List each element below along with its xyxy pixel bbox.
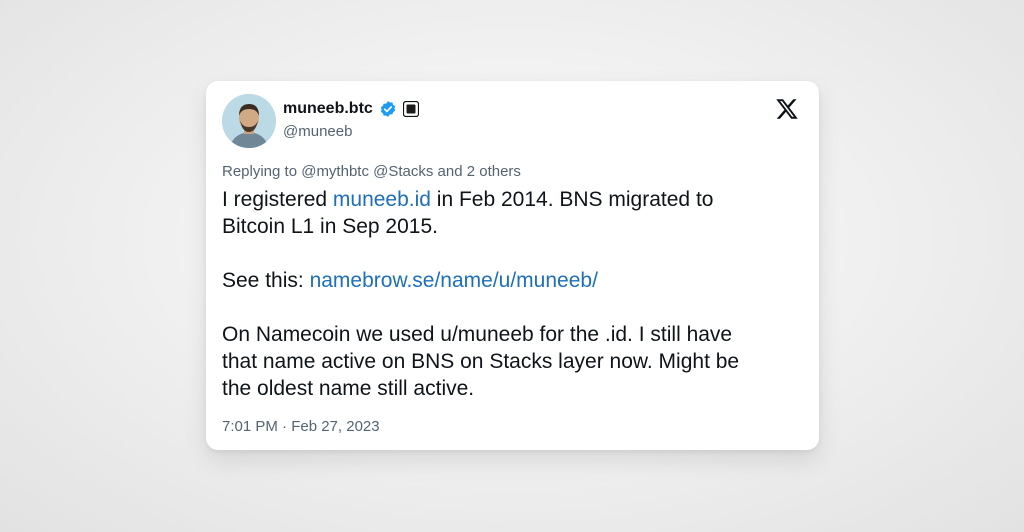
avatar-image — [222, 94, 276, 148]
tweet-line: See this: namebrow.se/name/u/muneeb/ — [222, 267, 802, 294]
text-segment: I registered — [222, 188, 333, 211]
reply-context: Replying to @mythbtc @Stacks and 2 other… — [222, 163, 521, 180]
tweet-line: that name active on BNS on Stacks layer … — [222, 350, 740, 373]
tweet-line: the oldest name still active. — [222, 377, 475, 400]
display-name[interactable]: muneeb.btc — [283, 100, 373, 118]
avatar[interactable] — [222, 94, 276, 148]
text-segment: See this: — [222, 269, 310, 292]
verified-badge-icon — [380, 101, 395, 117]
tweet-line: Bitcoin L1 in Sep 2015. — [222, 215, 438, 238]
tweet-body: I registered muneeb.id in Feb 2014. BNS … — [222, 186, 802, 402]
x-logo-icon[interactable] — [775, 97, 799, 121]
text-segment: in Feb 2014. BNS migrated to — [430, 188, 714, 211]
author-name-row: muneeb.btc — [283, 99, 419, 119]
affiliate-square-icon — [402, 101, 419, 117]
muneeb-id-link[interactable]: muneeb.id — [333, 188, 431, 211]
tweet-line: On Namecoin we used u/muneeb for the .id… — [222, 323, 733, 346]
namebrowse-link[interactable]: namebrow.se/name/u/muneeb/ — [310, 269, 598, 292]
timestamp[interactable]: 7:01 PM · Feb 27, 2023 — [222, 418, 380, 435]
tweet-card: muneeb.btc @muneeb Replying to @mythbtc … — [206, 81, 819, 450]
handle[interactable]: @muneeb — [283, 123, 352, 140]
tweet-line: I registered muneeb.id in Feb 2014. BNS … — [222, 186, 802, 213]
